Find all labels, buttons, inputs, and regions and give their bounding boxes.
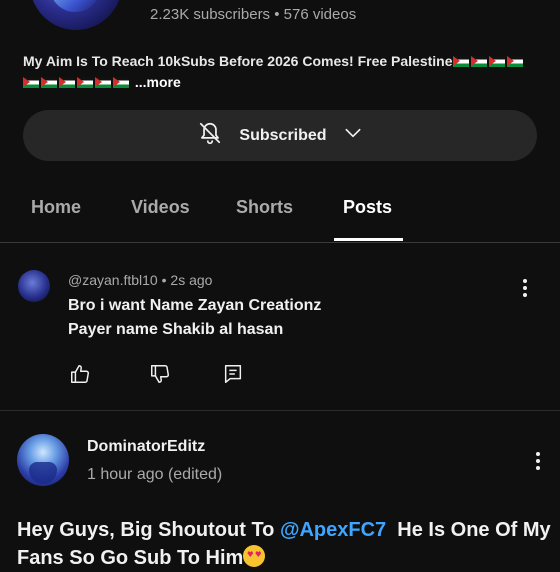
- thumb-down-icon[interactable]: [147, 361, 173, 387]
- tabs-divider: [0, 242, 560, 243]
- subscribed-label: Subscribed: [239, 126, 327, 144]
- more-link[interactable]: ...more: [135, 74, 181, 90]
- active-tab-indicator: [334, 238, 403, 241]
- comment-meta: @zayan.ftbl10 • 2s ago: [68, 272, 212, 288]
- subscribed-button[interactable]: Subscribed: [23, 110, 537, 161]
- chevron-down-icon: [343, 123, 363, 148]
- channel-avatar[interactable]: [30, 0, 122, 30]
- comment-time: 2s ago: [170, 272, 213, 288]
- comment-line: Payer name Shakib al hasan: [68, 321, 284, 338]
- mention-link[interactable]: @ApexFC7: [280, 519, 386, 541]
- post-more-vert-icon[interactable]: [526, 449, 550, 473]
- tab-videos[interactable]: Videos: [131, 197, 190, 218]
- channel-description[interactable]: My Aim Is To Reach 10kSubs Before 2026 C…: [23, 51, 543, 93]
- tab-home[interactable]: Home: [31, 197, 81, 218]
- post-author-name[interactable]: DominatorEditz: [87, 438, 205, 456]
- flag-icon: [452, 53, 525, 69]
- thumb-up-icon[interactable]: [67, 361, 93, 387]
- post-time: 1 hour ago (edited): [87, 466, 223, 483]
- post-author-avatar[interactable]: [17, 434, 69, 486]
- section-divider: [0, 410, 560, 411]
- tab-posts[interactable]: Posts: [343, 197, 392, 218]
- bell-off-icon: [197, 120, 223, 151]
- post-text-start: Hey Guys, Big Shoutout To: [17, 519, 280, 541]
- reply-icon[interactable]: [220, 361, 246, 387]
- comment-text: Bro i want Name Zayan Creationz Payer na…: [68, 294, 321, 342]
- comment-line: Bro i want Name Zayan Creationz: [68, 297, 322, 314]
- comment-more-vert-icon[interactable]: [513, 276, 537, 300]
- flag-icon: [23, 74, 131, 90]
- commenter-avatar[interactable]: [18, 270, 50, 302]
- channel-stats: 2.23K subscribers • 576 videos: [150, 6, 357, 23]
- post-text: Hey Guys, Big Shoutout To @ApexFC7 He Is…: [17, 516, 557, 572]
- heart-eyes-emoji-icon: [243, 545, 266, 567]
- comment-handle[interactable]: @zayan.ftbl10: [68, 272, 158, 288]
- tab-shorts[interactable]: Shorts: [236, 197, 293, 218]
- description-text: My Aim Is To Reach 10kSubs Before 2026 C…: [23, 53, 453, 69]
